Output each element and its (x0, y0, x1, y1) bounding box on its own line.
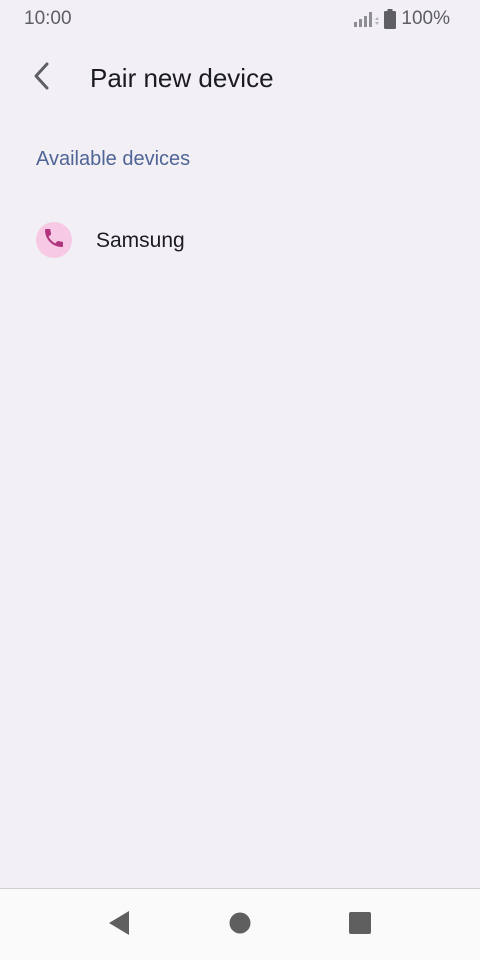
status-time: 10:00 (24, 8, 72, 29)
nav-recents-icon (348, 911, 372, 940)
battery-percent: 100% (401, 8, 450, 29)
app-bar: Pair new device (0, 48, 480, 112)
device-name: Samsung (96, 229, 185, 252)
navigation-bar (0, 888, 480, 960)
nav-home-button[interactable] (224, 909, 256, 941)
status-indicators: 100% (353, 8, 450, 30)
section-header-available-devices: Available devices (36, 148, 191, 170)
status-bar: 10:00 100% (0, 0, 480, 38)
back-arrow-icon (31, 61, 53, 96)
page-title: Pair new device (90, 63, 274, 93)
nav-back-icon (107, 910, 131, 941)
back-button[interactable] (20, 56, 64, 100)
signal-icon (353, 10, 380, 28)
device-item-samsung[interactable]: Samsung (0, 204, 480, 276)
nav-recents-button[interactable] (344, 909, 376, 941)
nav-back-button[interactable] (103, 909, 135, 941)
nav-home-icon (228, 911, 252, 940)
device-icon-container (36, 222, 72, 258)
phone-icon (42, 226, 66, 255)
battery-icon (384, 9, 397, 29)
